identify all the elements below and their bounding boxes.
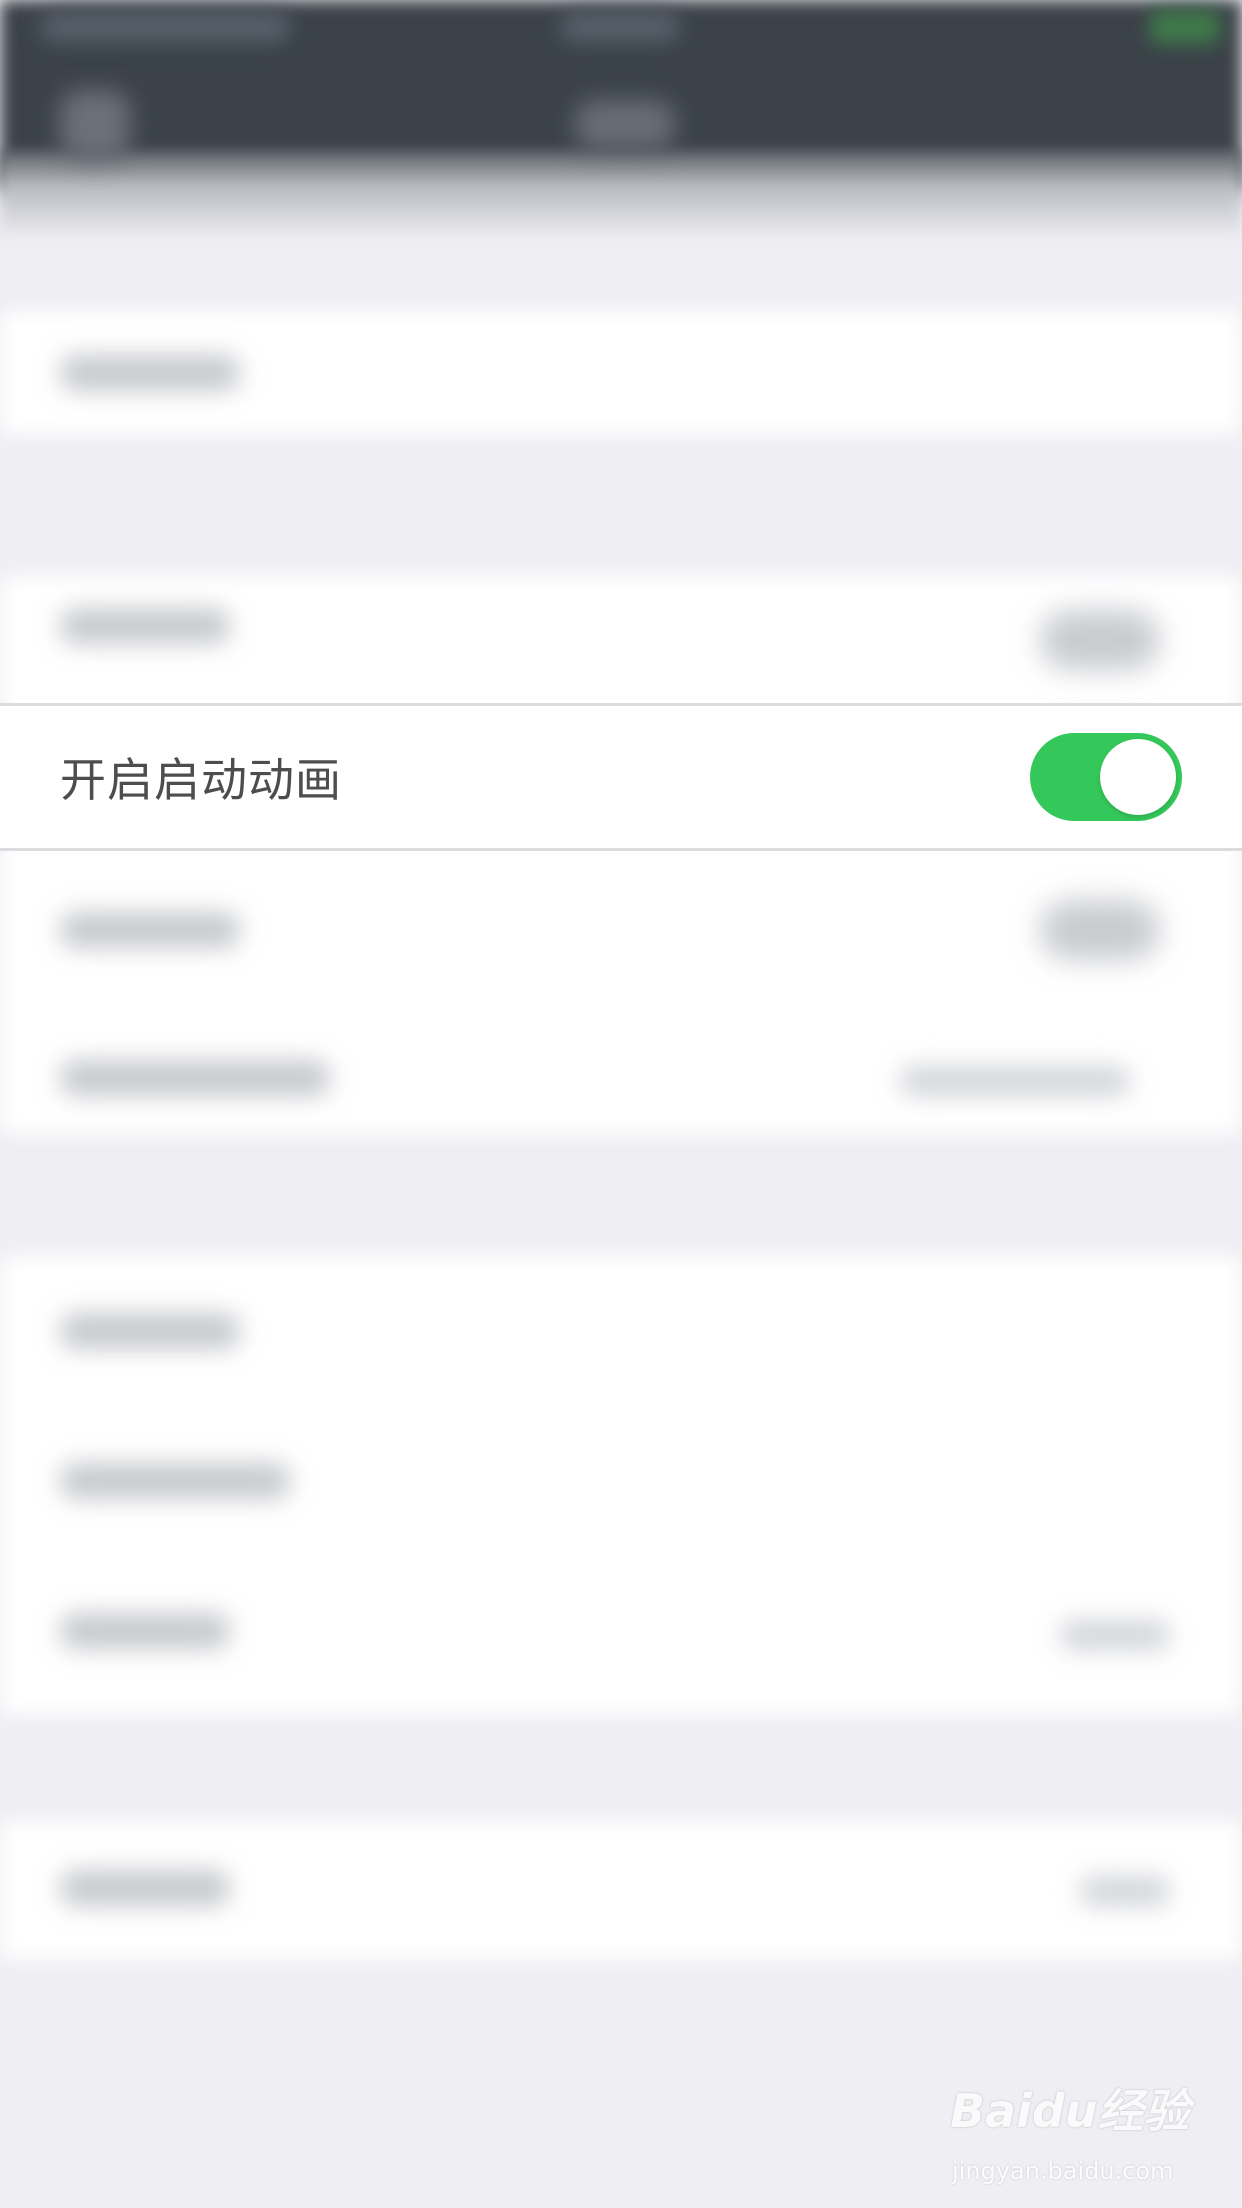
settings-row-blurred[interactable] — [60, 608, 230, 644]
settings-row-blurred[interactable] — [60, 355, 240, 391]
settings-value-blurred — [1080, 1876, 1170, 1906]
settings-row-blurred[interactable] — [60, 912, 240, 948]
settings-value-blurred — [1060, 1620, 1170, 1650]
settings-row-blurred[interactable] — [60, 1313, 240, 1349]
navbar-fade — [0, 150, 1242, 240]
toggle-knob — [1100, 739, 1176, 815]
status-time-blurred — [560, 12, 680, 42]
settings-row-blurred[interactable] — [60, 1613, 230, 1649]
settings-row-blurred[interactable] — [60, 1870, 230, 1906]
launch-animation-label: 开启启动动画 — [60, 753, 342, 807]
launch-animation-row[interactable]: 开启启动动画 — [0, 703, 1242, 851]
back-icon[interactable] — [60, 90, 130, 160]
toggle-blurred[interactable] — [1040, 610, 1160, 670]
launch-animation-toggle[interactable] — [1030, 733, 1182, 821]
baidu-jingyan-watermark: Baidu经验 jingyan.baidu.com — [950, 2075, 1190, 2185]
settings-row-blurred[interactable] — [60, 1060, 330, 1096]
watermark-logo: Baidu经验 — [950, 2084, 1190, 2138]
nav-title-blurred — [575, 100, 675, 150]
battery-icon — [1150, 10, 1220, 44]
settings-row-blurred[interactable] — [60, 1463, 290, 1499]
toggle-blurred[interactable] — [1040, 900, 1160, 960]
status-carrier-blurred — [40, 12, 290, 42]
settings-value-blurred — [900, 1066, 1130, 1096]
watermark-url: jingyan.baidu.com — [952, 2157, 1174, 2185]
